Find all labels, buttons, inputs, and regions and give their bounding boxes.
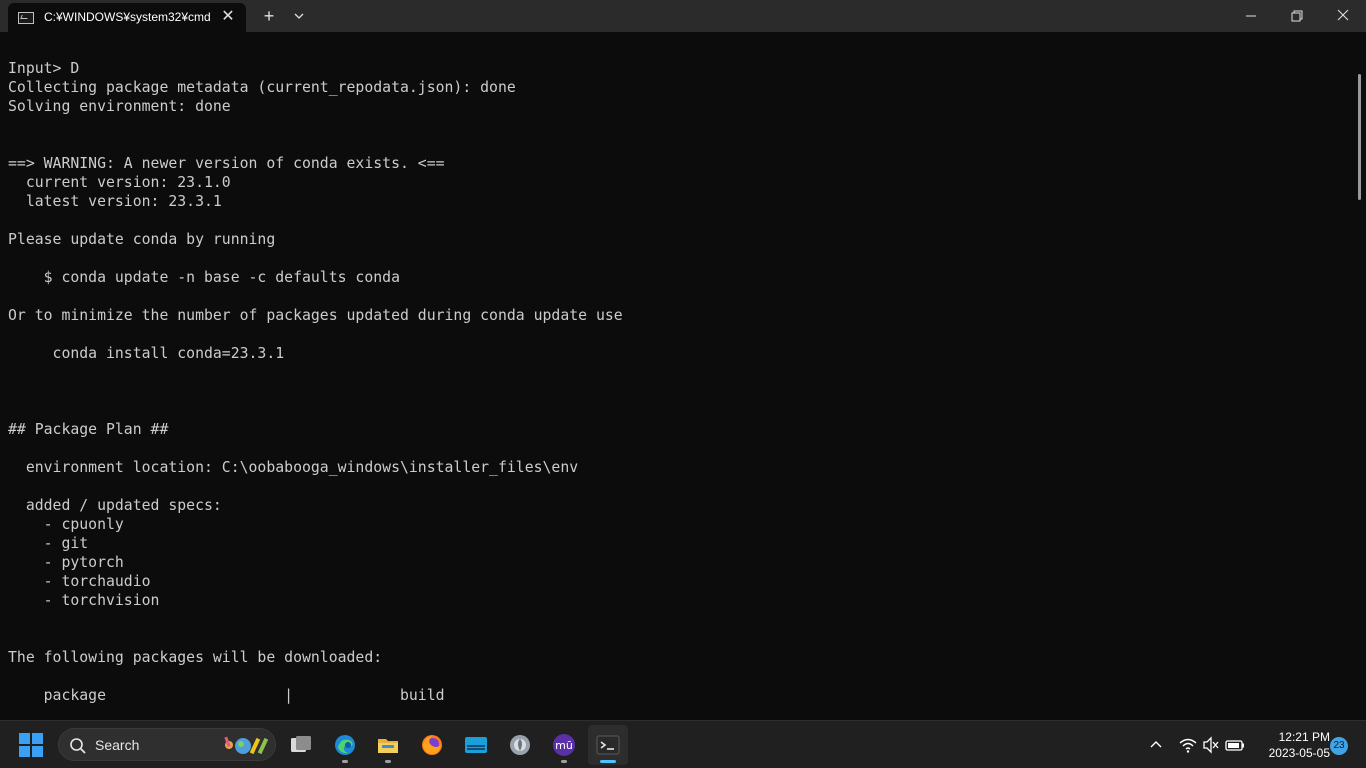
task-view-icon	[291, 736, 311, 752]
chevron-down-icon	[294, 13, 304, 19]
console-line: Collecting package metadata (current_rep…	[8, 79, 516, 96]
console-line: - torchaudio	[8, 573, 151, 590]
taskbar-file-explorer[interactable]	[368, 725, 408, 765]
taskbar-search[interactable]: Search	[58, 728, 276, 761]
console-line: $ conda update -n base -c defaults conda	[8, 269, 400, 286]
console-line: The following packages will be downloade…	[8, 649, 383, 666]
show-hidden-icons-button[interactable]	[1146, 735, 1166, 755]
terminal-icon	[596, 735, 620, 755]
clock-date: 2023-05-05	[1268, 746, 1330, 760]
console-line: conda install conda=23.3.1	[8, 345, 285, 362]
console-line: Or to minimize the number of packages up…	[8, 307, 623, 324]
console-line: package | build	[8, 687, 445, 704]
battery-button[interactable]	[1225, 735, 1245, 755]
console-line: environment location: C:\oobabooga_windo…	[8, 459, 579, 476]
notification-badge[interactable]: 23	[1330, 737, 1348, 755]
console-line: latest version: 23.3.1	[8, 193, 222, 210]
taskbar: Search mū 12:21 PM 2023-05-05 23	[0, 720, 1366, 768]
tab-cmd[interactable]: C:¥WINDOWS¥system32¥cmd ✕	[8, 3, 246, 32]
taskbar-clock[interactable]: 12:21 PM 2023-05-05	[1254, 729, 1330, 761]
app-icon	[510, 735, 530, 755]
taskbar-terminal[interactable]	[588, 725, 628, 765]
running-indicator	[342, 760, 348, 763]
console-line: - cpuonly	[8, 516, 124, 533]
cmd-icon	[18, 12, 34, 24]
console-line: - torchvision	[8, 592, 160, 609]
volume-button[interactable]	[1201, 735, 1221, 755]
running-indicator	[385, 760, 391, 763]
screen-app-icon	[465, 737, 487, 753]
taskbar-task-view[interactable]	[281, 725, 321, 765]
search-label: Search	[95, 737, 140, 753]
active-indicator	[600, 760, 616, 763]
taskbar-firefox[interactable]	[412, 725, 452, 765]
console-line: Please update conda by running	[8, 231, 276, 248]
console-line: - pytorch	[8, 554, 124, 571]
file-explorer-icon	[378, 739, 398, 753]
restore-icon	[1291, 10, 1303, 22]
firefox-icon	[422, 735, 442, 755]
battery-icon	[1225, 740, 1244, 751]
chevron-up-icon	[1150, 741, 1162, 748]
running-indicator	[561, 760, 567, 763]
new-tab-button[interactable]: +	[258, 5, 280, 27]
minimize-icon	[1246, 15, 1256, 17]
clock-time: 12:21 PM	[1278, 730, 1330, 744]
close-window-button[interactable]	[1320, 0, 1366, 32]
console-line: Input> D	[8, 60, 80, 77]
minimize-button[interactable]	[1228, 0, 1274, 32]
start-button[interactable]	[18, 732, 44, 758]
taskbar-app[interactable]	[500, 725, 540, 765]
search-highlight-icon	[224, 736, 269, 755]
tab-title: C:¥WINDOWS¥system32¥cmd	[44, 10, 211, 24]
console-line: ==> WARNING: A newer version of conda ex…	[8, 155, 445, 172]
console-line: ## Package Plan ##	[8, 421, 169, 438]
edge-icon	[335, 735, 355, 755]
tab-dropdown-button[interactable]	[289, 5, 309, 27]
taskbar-screen-app[interactable]	[456, 725, 496, 765]
title-bar: C:¥WINDOWS¥system32¥cmd ✕ +	[0, 0, 1366, 32]
volume-muted-icon	[1203, 736, 1219, 754]
close-tab-button[interactable]: ✕	[218, 7, 238, 27]
close-icon	[1337, 9, 1349, 21]
console-line: added / updated specs:	[8, 497, 222, 514]
console-line: - git	[8, 535, 89, 552]
console-output[interactable]: Input> D Collecting package metadata (cur…	[8, 59, 1348, 715]
console-line: current version: 23.1.0	[8, 174, 231, 191]
network-button[interactable]	[1178, 735, 1198, 755]
wifi-icon	[1179, 738, 1197, 753]
console-line: Solving environment: done	[8, 98, 231, 115]
restore-button[interactable]	[1274, 0, 1320, 32]
windows-logo-icon	[19, 733, 43, 757]
svg-text:mū: mū	[555, 739, 573, 752]
taskbar-mu-app[interactable]: mū	[544, 725, 584, 765]
search-icon	[70, 738, 86, 754]
mu-app-icon: mū	[553, 734, 575, 756]
console-scrollbar[interactable]	[1358, 74, 1361, 200]
taskbar-edge[interactable]	[325, 725, 365, 765]
